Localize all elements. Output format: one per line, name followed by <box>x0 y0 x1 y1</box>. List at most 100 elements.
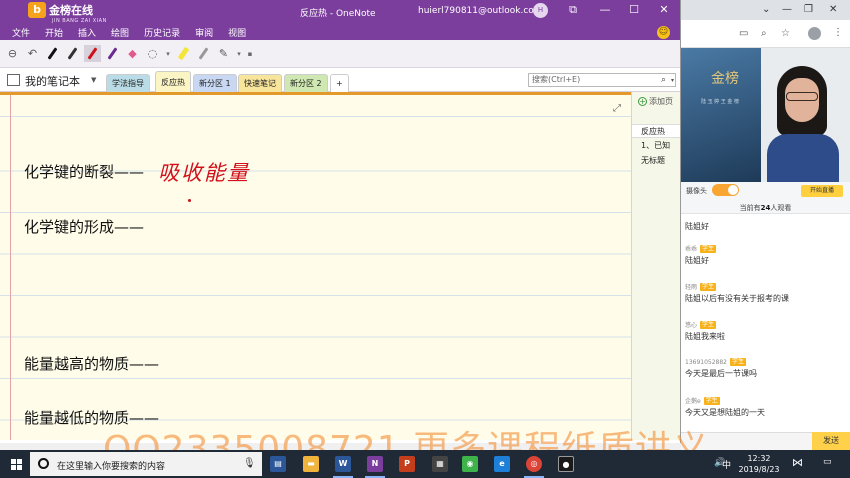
color-dropdown-icon[interactable]: ▾ <box>235 50 243 58</box>
tab-section-reaction-heat[interactable]: 反应热 <box>155 71 191 92</box>
browser-close-icon[interactable]: ✕ <box>829 4 837 15</box>
add-section-button[interactable]: + <box>330 74 349 92</box>
notification-icon[interactable]: ▭ <box>823 457 832 467</box>
note-line[interactable]: 化学键的形成—— <box>24 216 144 237</box>
add-page-label: 添加页 <box>649 97 673 106</box>
cast-icon[interactable]: ▭ <box>739 28 748 39</box>
taskbar-app-icon[interactable]: ▦ <box>432 456 448 472</box>
menu-insert[interactable]: 插入 <box>78 26 96 39</box>
chat-author-name: 13691052882 <box>685 358 727 366</box>
taskbar-clock[interactable]: 12:32 2019/8/23 <box>737 453 781 475</box>
draw-ribbon: ⊖ ↶ ◆ ◌ ▾ ✎ ▾ ▪ <box>0 40 680 68</box>
chat-author-name: 轻雨 <box>685 284 698 291</box>
menu-view[interactable]: 视图 <box>228 26 246 39</box>
page-item-reaction-heat[interactable]: 反应热 <box>632 124 680 138</box>
back-icon[interactable]: ⊖ <box>4 45 21 62</box>
account-email[interactable]: huierl790811@outlook.com <box>418 6 543 16</box>
notebook-nav: 我的笔记本 ▼ 学法指导 反应热 新分区 1 快速笔记 新分区 2 + 搜索(C… <box>0 68 680 92</box>
chat-author: 悠心 学生 <box>685 320 845 329</box>
chat-list: 陆姐好 乖乖 学生 陆姐好 轻雨 学生 陆姐以后有没有关于报考的课 悠心 学生 陆姐我… <box>681 214 850 432</box>
eraser-icon[interactable]: ◆ <box>124 45 141 62</box>
tab-section-quick-notes[interactable]: 快速笔记 <box>238 74 282 92</box>
teacher-glasses <box>786 92 818 101</box>
student-badge: 学生 <box>730 358 747 366</box>
highlighter-icon[interactable] <box>175 45 192 62</box>
input-language[interactable]: 中 <box>722 458 731 471</box>
viewer-number: 24 <box>760 204 771 212</box>
tab-section-new-1[interactable]: 新分区 1 <box>193 74 237 92</box>
tab-section-new-2[interactable]: 新分区 2 <box>284 74 328 92</box>
recorder-app-icon[interactable]: ● <box>558 456 574 472</box>
menu-history[interactable]: 历史记录 <box>144 26 180 39</box>
search-icon[interactable]: ⌕ <box>661 74 666 86</box>
close-button[interactable]: ✕ <box>657 3 671 17</box>
browser-restore-icon[interactable]: ❐ <box>804 4 813 15</box>
windows-start-icon[interactable] <box>11 459 22 470</box>
student-badge: 学生 <box>703 396 720 405</box>
menu-home[interactable]: 开始 <box>45 26 63 39</box>
note-line[interactable]: 能量越高的物质—— <box>24 353 159 374</box>
page-item-untitled[interactable]: 无标题 <box>632 154 680 168</box>
chat-text: 今天又是想陆姐的一天 <box>685 408 765 417</box>
note-page[interactable]: ⤢ 化学键的断裂—— 化学键的形成—— 能量越高的物质—— 能量越低的物质—— 吸收能… <box>0 92 631 440</box>
maximize-button[interactable]: ☐ <box>627 3 641 17</box>
send-button[interactable]: 发送 <box>812 432 850 450</box>
camera-toggle[interactable] <box>712 184 739 196</box>
lasso-icon[interactable]: ◌ <box>144 45 161 62</box>
student-badge: 学生 <box>700 282 717 291</box>
menu-review[interactable]: 审阅 <box>195 26 213 39</box>
more-icon[interactable]: ▪ <box>246 50 254 58</box>
notebook-name[interactable]: 我的笔记本 <box>25 73 80 89</box>
pen-purple-icon[interactable] <box>104 45 121 62</box>
edge-app-icon[interactable]: e <box>494 456 510 472</box>
menu-file[interactable]: 文件 <box>12 26 30 39</box>
wechat-app-icon[interactable]: ◉ <box>462 456 478 472</box>
expand-icon[interactable]: ⤢ <box>613 103 621 114</box>
powerpoint-app-icon[interactable]: P <box>399 456 415 472</box>
browser-minimize-icon[interactable]: — <box>782 4 792 15</box>
onenote-app-icon[interactable]: N <box>365 456 385 478</box>
page-item-known[interactable]: 1、已知 <box>632 139 680 153</box>
viewer-count: 当前有24人观看 <box>681 203 850 213</box>
bookmark-star-icon[interactable]: ☆ <box>781 28 790 39</box>
ribbon-display-button[interactable]: ⧉ <box>566 3 580 17</box>
minimize-button[interactable]: — <box>598 3 612 17</box>
handwritten-ink[interactable]: 吸收能量 <box>158 157 250 187</box>
browser-menu-icon[interactable]: ⋮ <box>833 27 843 38</box>
tab-section-study-guide[interactable]: 学法指导 <box>106 74 150 92</box>
task-view-icon[interactable]: ▤ <box>270 456 286 472</box>
add-page-button[interactable]: + 添加页 <box>638 96 673 107</box>
app-tray-icon[interactable]: ⋈ <box>792 456 803 469</box>
lasso-dropdown-icon[interactable]: ▾ <box>164 50 172 58</box>
account-avatar[interactable]: H <box>533 3 548 18</box>
chrome-app-icon[interactable]: ◎ <box>524 456 544 478</box>
color-picker-icon[interactable]: ✎ <box>215 45 232 62</box>
taskbar-search[interactable]: 在这里输入你要搜索的内容 🎙 <box>30 452 262 476</box>
notebook-dropdown-icon[interactable]: ▼ <box>91 76 96 84</box>
pen-dark-icon[interactable] <box>64 45 81 62</box>
feedback-smiley-icon[interactable]: ☺ <box>657 26 670 39</box>
go-live-button[interactable]: 开始直播 <box>801 185 843 197</box>
search-scope-dropdown-icon[interactable]: ▾ <box>671 75 674 87</box>
chat-text: 今天是最后一节课吗 <box>685 369 757 378</box>
logo-text: 金榜在线 <box>49 4 93 17</box>
chat-author-name: 乖乖 <box>685 246 698 253</box>
profile-avatar-icon[interactable] <box>808 27 821 40</box>
menu-draw[interactable]: 绘图 <box>111 26 129 39</box>
tab-search-icon[interactable]: ⌄ <box>762 4 770 15</box>
note-line[interactable]: 化学键的断裂—— <box>24 161 144 182</box>
search-box[interactable]: 搜索(Ctrl+E) ⌕ ▾ <box>528 73 676 87</box>
word-app-icon[interactable]: W <box>333 456 353 478</box>
chat-text: 陆姐我来啦 <box>685 332 725 341</box>
marker-icon[interactable] <box>195 45 212 62</box>
teacher-shirt <box>767 134 839 182</box>
undo-icon[interactable]: ↶ <box>24 45 41 62</box>
file-explorer-icon[interactable]: ▬ <box>303 456 319 472</box>
course-poster: 金榜 陆 玉 婷 王 金 榜 <box>681 48 761 182</box>
cortana-icon <box>38 458 49 469</box>
clock-date: 2019/8/23 <box>738 465 780 474</box>
pen-black-icon[interactable] <box>44 45 61 62</box>
pen-red-icon[interactable] <box>84 45 101 62</box>
microphone-icon[interactable]: 🎙 <box>243 458 256 469</box>
zoom-icon[interactable]: ⌕ <box>761 28 767 39</box>
